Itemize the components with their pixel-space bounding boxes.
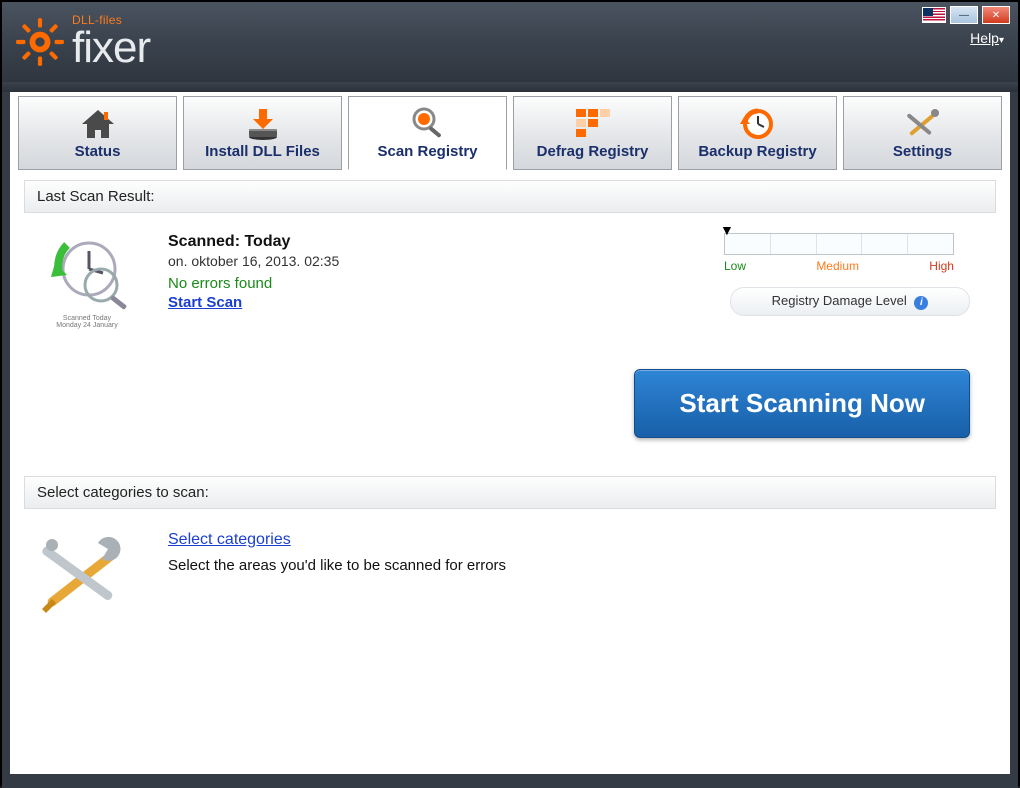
tab-label: Scan Registry [377,143,477,160]
brand-title: fixer [72,26,150,70]
scanned-label: Scanned: Today [168,233,614,251]
damage-gauge: ▼ Low Medium High [724,233,954,273]
magnifier-icon [410,107,446,141]
start-scanning-button[interactable]: Start Scanning Now [634,369,970,438]
tab-status[interactable]: Status [18,96,177,170]
last-scan-header: Last Scan Result: [24,180,996,213]
app-logo: DLL-files fixer [2,14,150,70]
download-icon [245,107,281,141]
select-categories-desc: Select the areas you'd like to be scanne… [168,557,506,574]
close-button[interactable]: ✕ [982,6,1010,24]
defrag-icon [576,107,610,141]
select-categories-header: Select categories to scan: [24,476,996,509]
tab-install-dll[interactable]: Install DLL Files [183,96,342,170]
tab-label: Backup Registry [698,143,816,160]
gauge-marker-icon: ▼ [720,222,734,238]
damage-level-pill[interactable]: Registry Damage Level i [730,287,970,316]
damage-level-label: Registry Damage Level [772,293,907,308]
start-scan-link[interactable]: Start Scan [168,294,242,311]
language-flag-us[interactable] [922,7,946,23]
minimize-button[interactable]: — [950,6,978,24]
tab-label: Defrag Registry [537,143,649,160]
scan-status: No errors found [168,275,614,292]
chrome-divider [2,82,1018,92]
tab-settings[interactable]: Settings [843,96,1002,170]
tab-label: Install DLL Files [205,143,320,160]
scanned-date: on. oktober 16, 2013. 02:35 [168,253,614,269]
main-tabs: Status Install DLL Files Scan Registry D… [18,96,1002,170]
gauge-high-label: High [929,259,954,273]
tab-scan-registry[interactable]: Scan Registry [348,96,507,170]
scan-clock-icon: Scanned TodayMonday 24 January [32,233,142,329]
tab-label: Settings [893,143,952,160]
tools-icon [905,107,941,141]
gear-icon [14,16,66,68]
info-icon[interactable]: i [914,296,928,310]
clock-refresh-icon [740,107,776,141]
gauge-low-label: Low [724,259,746,273]
select-categories-link[interactable]: Select categories [168,531,291,548]
gauge-medium-label: Medium [816,259,859,273]
categories-tools-icon [38,531,138,626]
home-icon [80,107,116,141]
app-header: DLL-files fixer — ✕ Help [2,2,1018,82]
tab-label: Status [75,143,121,160]
tab-defrag-registry[interactable]: Defrag Registry [513,96,672,170]
tab-backup-registry[interactable]: Backup Registry [678,96,837,170]
help-menu[interactable]: Help [970,30,1004,46]
